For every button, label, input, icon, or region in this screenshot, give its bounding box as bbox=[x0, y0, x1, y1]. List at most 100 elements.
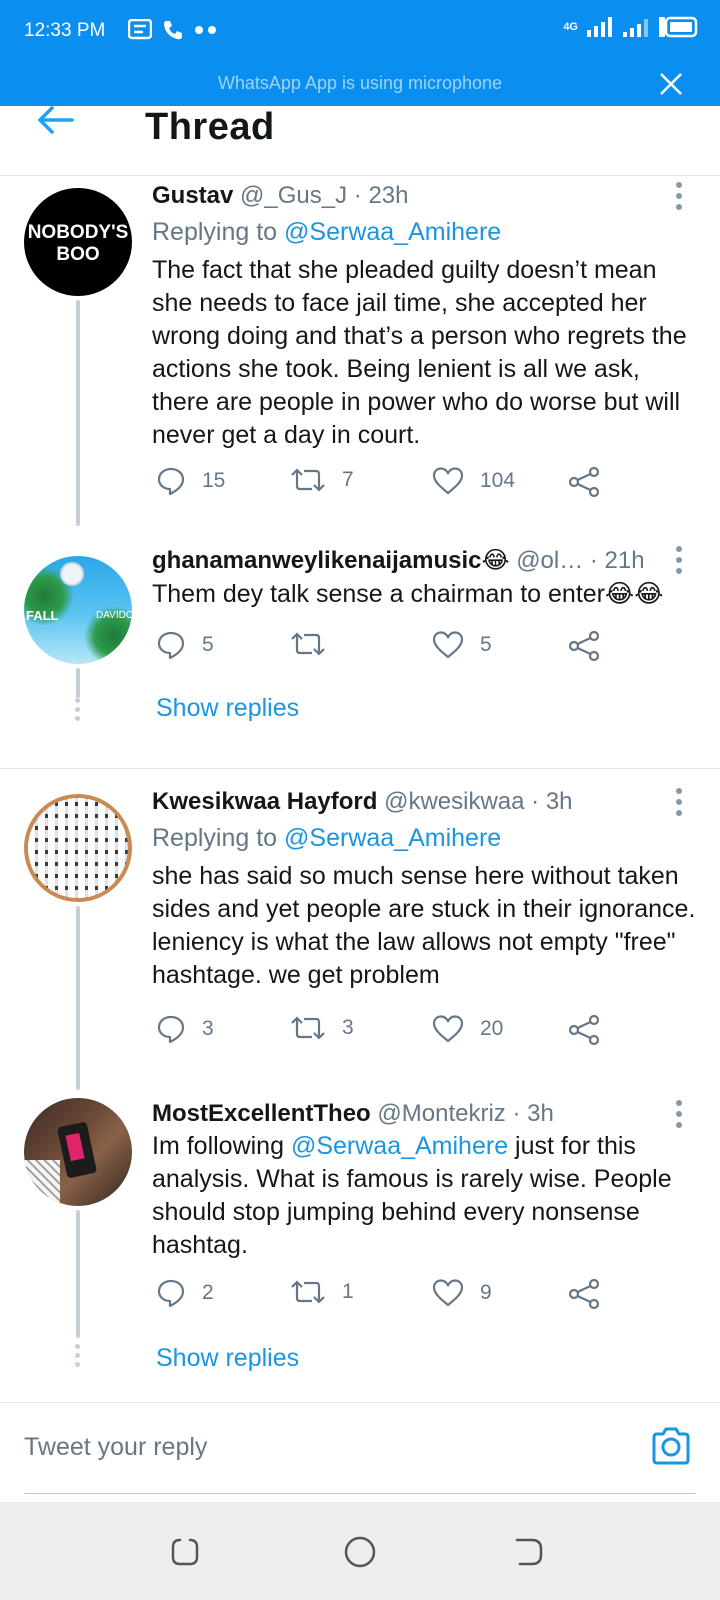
user-name[interactable]: Kwesikwaa Hayford bbox=[152, 788, 377, 815]
thread-line bbox=[76, 668, 80, 698]
retweet-button[interactable]: 1 bbox=[290, 1278, 354, 1306]
tweet-actions: 2 1 9 bbox=[152, 1278, 622, 1314]
reply-button[interactable]: 2 bbox=[156, 1278, 214, 1308]
avatar[interactable] bbox=[24, 794, 132, 902]
tweet[interactable]: NOBODY'S BOO Gustav @_Gus_J · 23h Replyi… bbox=[0, 176, 720, 526]
tweet-text: The fact that she pleaded guilty doesn’t… bbox=[152, 256, 687, 449]
heart-icon bbox=[432, 1015, 464, 1043]
like-count: 20 bbox=[480, 1017, 504, 1040]
camera-icon[interactable] bbox=[650, 1425, 692, 1467]
reply-underline bbox=[24, 1493, 696, 1494]
recent-apps-icon[interactable] bbox=[168, 1535, 202, 1569]
like-count: 9 bbox=[480, 1281, 492, 1304]
tweet-actions: 3 3 20 bbox=[152, 1014, 622, 1050]
tweet-header: ghanamanweylikenaijamusic😂 @ol… · 21h bbox=[152, 546, 664, 575]
mention-link[interactable]: @Serwaa_Amihere bbox=[284, 218, 501, 246]
thread-line bbox=[76, 906, 80, 1090]
avatar[interactable]: FALL DAVIDO bbox=[24, 556, 132, 664]
thread-line bbox=[76, 1210, 80, 1338]
divider bbox=[0, 768, 720, 769]
retweet-icon bbox=[291, 1280, 325, 1304]
thread-dots bbox=[75, 698, 81, 725]
share-button[interactable] bbox=[568, 1278, 600, 1310]
retweet-icon bbox=[291, 632, 325, 656]
tweet-actions: 5 5 bbox=[152, 630, 622, 666]
avatar[interactable]: NOBODY'S BOO bbox=[24, 188, 132, 296]
mention-link[interactable]: @Serwaa_Amihere bbox=[291, 1132, 508, 1160]
mic-banner-text: WhatsApp App is using microphone bbox=[217, 73, 503, 93]
tweet-header: MostExcellentTheo @Montekriz · 3h bbox=[152, 1100, 660, 1128]
reply-input[interactable]: Tweet your reply bbox=[24, 1433, 207, 1462]
phone-icon bbox=[164, 21, 182, 40]
tweet[interactable]: FALL DAVIDO ghanamanweylikenaijamusic😂 @… bbox=[0, 540, 720, 765]
show-replies-link[interactable]: Show replies bbox=[156, 694, 299, 723]
tweet-text: Them dey talk sense a chairman to enter😂… bbox=[152, 580, 664, 608]
tweet-header: Kwesikwaa Hayford @kwesikwaa · 3h bbox=[152, 788, 660, 816]
reply-count: 5 bbox=[202, 633, 214, 656]
reply-icon bbox=[157, 1015, 185, 1044]
retweet-icon bbox=[291, 1016, 325, 1040]
share-button[interactable] bbox=[568, 466, 600, 498]
home-icon[interactable] bbox=[343, 1535, 377, 1569]
heart-icon bbox=[432, 1279, 464, 1307]
retweet-button[interactable] bbox=[290, 630, 342, 658]
tweet[interactable]: MostExcellentTheo @Montekriz · 3h Im fol… bbox=[0, 1094, 720, 1404]
like-count: 5 bbox=[480, 633, 492, 656]
tweet-text: she has said so much sense here without … bbox=[152, 862, 696, 989]
message-notification-icon bbox=[128, 19, 152, 40]
back-icon[interactable] bbox=[512, 1535, 546, 1569]
like-count: 104 bbox=[480, 469, 516, 492]
reply-icon bbox=[157, 631, 185, 660]
replying-to: Replying to @Serwaa_Amihere bbox=[152, 218, 502, 246]
retweet-count: 7 bbox=[342, 468, 354, 491]
avatar-text: NOBODY'S bbox=[27, 222, 129, 243]
reply-icon bbox=[157, 467, 185, 496]
tweet[interactable]: Kwesikwaa Hayford @kwesikwaa · 3h Replyi… bbox=[0, 770, 720, 1090]
tweet-text: Im following @Serwaa_Amihere just for th… bbox=[152, 1132, 672, 1259]
mention-link[interactable]: @Serwaa_Amihere bbox=[284, 824, 501, 852]
retweet-icon bbox=[291, 468, 325, 492]
replying-to: Replying to @Serwaa_Amihere bbox=[152, 824, 502, 852]
like-button[interactable]: 104 bbox=[432, 466, 515, 496]
like-button[interactable]: 9 bbox=[432, 1278, 492, 1308]
more-options-icon[interactable] bbox=[676, 546, 684, 579]
more-options-icon[interactable] bbox=[676, 182, 684, 215]
close-icon[interactable] bbox=[658, 71, 684, 97]
user-handle-time: @kwesikwaa · 3h bbox=[384, 788, 573, 815]
like-button[interactable]: 5 bbox=[432, 630, 492, 660]
retweet-button[interactable]: 7 bbox=[290, 466, 354, 494]
tweet-header: Gustav @_Gus_J · 23h bbox=[152, 182, 660, 210]
user-name[interactable]: MostExcellentTheo bbox=[152, 1100, 371, 1127]
user-handle-time: @Montekriz · 3h bbox=[377, 1100, 554, 1127]
heart-icon bbox=[432, 467, 464, 495]
more-options-icon[interactable] bbox=[676, 788, 684, 821]
reply-button[interactable]: 15 bbox=[156, 466, 225, 496]
system-nav-bar bbox=[0, 1502, 720, 1600]
user-handle-time: @ol… · 21h bbox=[516, 547, 645, 574]
reply-button[interactable]: 5 bbox=[156, 630, 214, 660]
avatar[interactable] bbox=[24, 1098, 132, 1206]
retweet-button[interactable]: 3 bbox=[290, 1014, 354, 1042]
back-arrow-icon[interactable] bbox=[36, 106, 76, 142]
reply-button[interactable]: 3 bbox=[156, 1014, 214, 1044]
retweet-count: 3 bbox=[342, 1016, 354, 1039]
user-name[interactable]: ghanamanweylikenaijamusic😂 bbox=[152, 547, 510, 574]
thread-line bbox=[76, 300, 80, 526]
status-time: 12:33 PM bbox=[24, 20, 106, 41]
share-button[interactable] bbox=[568, 1014, 600, 1046]
share-button[interactable] bbox=[568, 630, 600, 662]
share-icon bbox=[568, 466, 600, 498]
avatar-text: BOO bbox=[56, 244, 100, 265]
reply-bar: Tweet your reply bbox=[0, 1402, 720, 1502]
network-type: 4G bbox=[563, 21, 578, 33]
show-replies-link[interactable]: Show replies bbox=[156, 1344, 299, 1373]
like-button[interactable]: 20 bbox=[432, 1014, 503, 1044]
more-options-icon[interactable] bbox=[676, 1100, 684, 1133]
user-name[interactable]: Gustav bbox=[152, 182, 233, 209]
signal-icon-2 bbox=[623, 19, 648, 37]
avatar-text: DAVIDO bbox=[96, 610, 132, 621]
user-handle-time: @_Gus_J · 23h bbox=[240, 182, 409, 209]
battery-icon bbox=[659, 16, 698, 38]
tweet-actions: 15 7 104 bbox=[152, 466, 622, 502]
more-notifications-icon bbox=[195, 26, 216, 34]
